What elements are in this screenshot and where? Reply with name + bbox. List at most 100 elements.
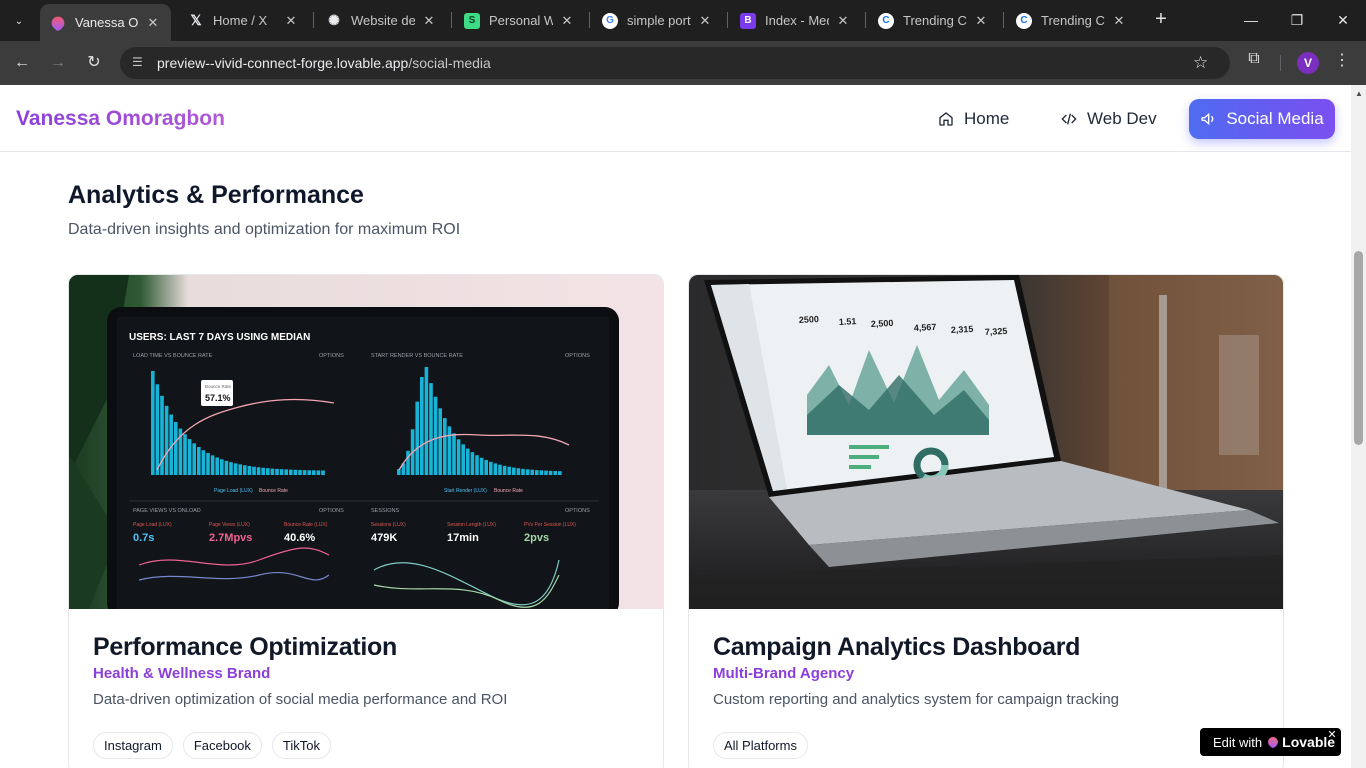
tab-divider	[451, 12, 452, 28]
card-tags: All Platforms	[713, 732, 808, 759]
tab-title: Personal We	[489, 13, 553, 28]
c-logo-icon: C	[1016, 12, 1032, 29]
toolbar-divider	[1280, 55, 1281, 71]
metric-value: 40.6%	[284, 532, 315, 544]
green-s-icon: S	[464, 12, 480, 29]
reload-icon[interactable]: ↻	[82, 51, 106, 75]
project-card[interactable]: USERS: LAST 7 DAYS USING MEDIAN LOAD TIM…	[68, 274, 664, 768]
browser-toolbar: ← → ↻ ☰ preview--vivid-connect-forge.lov…	[0, 41, 1366, 85]
kpi-value: 4,567	[914, 322, 937, 333]
nav-home[interactable]: Home	[938, 99, 1009, 139]
section-subtitle: Data-driven insights and optimization fo…	[68, 221, 461, 238]
browser-tab[interactable]: C Trending Col ✕	[868, 4, 999, 37]
kpi-value: 7,325	[985, 326, 1008, 337]
histogram-bar	[507, 466, 511, 475]
metric-value: 0.7s	[133, 532, 154, 544]
back-icon[interactable]: ←	[10, 51, 34, 75]
profile-avatar[interactable]: V	[1297, 52, 1319, 74]
extensions-icon[interactable]: ⧉	[1243, 50, 1265, 72]
close-tab-icon[interactable]: ✕	[559, 13, 575, 29]
histogram-bar	[470, 452, 475, 475]
browser-tab[interactable]: Vanessa Om ✕	[40, 4, 171, 41]
histogram-bar	[535, 470, 539, 475]
browser-tab[interactable]: 𝕏 Home / X ✕	[178, 4, 309, 37]
close-tab-icon[interactable]: ✕	[697, 13, 713, 29]
scroll-thumb[interactable]	[1354, 251, 1363, 445]
site-brand[interactable]: Vanessa Omoragbon	[16, 107, 225, 131]
histogram-bar	[484, 459, 488, 475]
histogram-bar	[247, 466, 252, 475]
restore-icon[interactable]: ❐	[1274, 8, 1320, 32]
close-tab-icon[interactable]: ✕	[283, 13, 299, 29]
browser-tab[interactable]: C Trending Col ✕	[1006, 4, 1137, 37]
browser-tab[interactable]: ✺ Website des ✕	[316, 4, 447, 37]
histogram-bar	[302, 470, 307, 475]
browser-tab[interactable]: S Personal We ✕	[454, 4, 585, 37]
page-scrollbar[interactable]: ▲	[1351, 85, 1366, 768]
tab-divider	[1003, 12, 1004, 28]
close-tab-icon[interactable]: ✕	[973, 13, 989, 29]
minimize-icon[interactable]: —	[1228, 8, 1274, 32]
bookmark-star-icon[interactable]: ☆	[1193, 53, 1208, 73]
new-tab-icon[interactable]: +	[1150, 8, 1172, 30]
tab-title: Website des	[351, 13, 415, 28]
card-client: Health & Wellness Brand	[93, 665, 271, 682]
histogram-bar	[275, 468, 279, 475]
histogram-bar	[447, 426, 452, 475]
tab-divider	[589, 12, 590, 28]
browser-tab[interactable]: G simple portfo ✕	[592, 4, 723, 37]
close-window-icon[interactable]: ✕	[1320, 8, 1366, 32]
histogram-bar	[197, 447, 201, 475]
tab-title: Home / X	[213, 13, 268, 28]
kpi-value: 1.51	[839, 316, 857, 327]
histogram-bar	[512, 467, 516, 475]
histogram-bar	[215, 457, 219, 475]
nav-web-dev[interactable]: Web Dev	[1061, 99, 1157, 139]
browser-menu-icon[interactable]: ⋮	[1334, 50, 1350, 70]
google-icon: G	[602, 12, 618, 29]
panel-label: START RENDER VS BOUNCE RATE	[371, 353, 463, 359]
tag-instagram: Instagram	[93, 732, 173, 759]
tab-search-dropdown-icon[interactable]: ⌄	[6, 8, 32, 34]
histogram-bar	[270, 468, 275, 475]
histogram-bar	[316, 470, 321, 475]
megaphone-icon	[1201, 112, 1214, 126]
badge-close-icon[interactable]: ✕	[1326, 729, 1338, 741]
metric-label: PVs Per Session (LUX)	[524, 522, 576, 528]
histogram-bar	[192, 443, 196, 475]
tab-divider	[313, 12, 314, 28]
tab-divider	[727, 12, 728, 28]
metric-value: 17min	[447, 532, 479, 544]
tab-title: Trending Col	[1041, 13, 1105, 28]
scroll-up-arrow-icon[interactable]: ▲	[1355, 89, 1363, 98]
edit-with-lovable-badge[interactable]: Edit with Lovable	[1200, 728, 1341, 756]
code-icon	[1061, 113, 1077, 125]
metric-label: Bounce Rate (LUX)	[284, 522, 328, 528]
tag-tiktok: TikTok	[271, 732, 331, 759]
tag-all-platforms: All Platforms	[713, 732, 808, 759]
close-tab-icon[interactable]: ✕	[1111, 13, 1127, 29]
histogram-bar	[443, 418, 447, 475]
histogram-bar	[544, 470, 548, 475]
histogram-bar	[187, 439, 192, 475]
tab-title: Index - Medi	[765, 13, 829, 28]
site-info-icon[interactable]: ☰	[132, 55, 148, 71]
close-tab-icon[interactable]: ✕	[145, 15, 161, 31]
forward-icon[interactable]: →	[46, 51, 70, 75]
close-tab-icon[interactable]: ✕	[835, 13, 851, 29]
histogram-bar	[279, 469, 284, 475]
histogram-bar	[298, 469, 302, 475]
browser-tab[interactable]: B Index - Medi ✕	[730, 4, 861, 37]
project-card[interactable]: 2500 1.51 2,500 4,567 2,315 7,325 Campaign An…	[688, 274, 1284, 768]
close-tab-icon[interactable]: ✕	[421, 13, 437, 29]
histogram-bar	[525, 469, 530, 475]
nav-social-media[interactable]: Social Media	[1189, 99, 1335, 139]
card-description: Data-driven optimization of social media…	[93, 691, 508, 708]
address-bar[interactable]: ☰ preview--vivid-connect-forge.lovable.a…	[120, 47, 1230, 79]
histogram-bar	[164, 405, 169, 475]
histogram-bar	[479, 457, 484, 475]
legend-label: Start Render (LUX)	[444, 488, 487, 494]
histogram-bar	[420, 376, 424, 475]
callout-value: 57.1%	[205, 393, 231, 403]
metric-value: 479K	[371, 532, 397, 544]
